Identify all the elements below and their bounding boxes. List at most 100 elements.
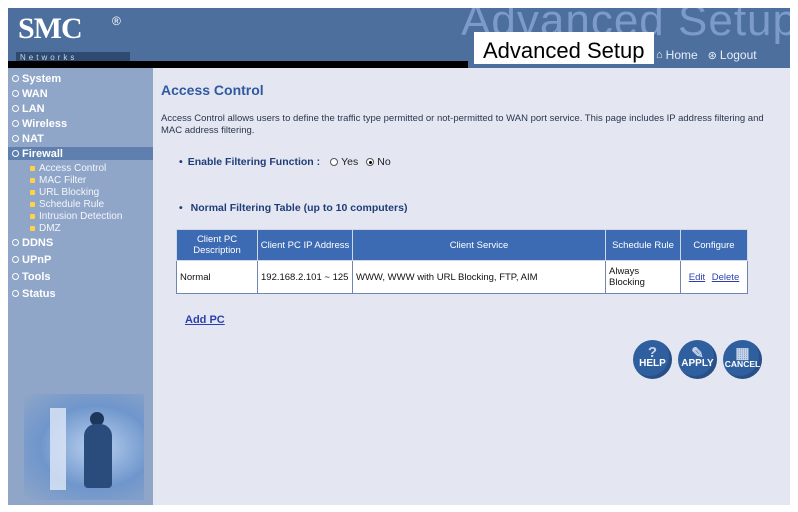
- radio-bullet-icon: [12, 273, 19, 280]
- sidebar-subitem-url-blocking[interactable]: URL Blocking: [8, 186, 153, 198]
- sidebar-subitem-label: MAC Filter: [39, 174, 87, 186]
- radio-bullet-icon: [12, 75, 19, 82]
- question-mark-icon: ?: [647, 344, 658, 361]
- sidebar-subitem-schedule-rule[interactable]: Schedule Rule: [8, 198, 153, 210]
- sidebar-item-upnp[interactable]: UPnP: [8, 253, 153, 266]
- radio-bullet-icon: [12, 135, 19, 142]
- sidebar-item-label: WAN: [22, 87, 48, 100]
- edit-link[interactable]: Edit: [689, 272, 705, 283]
- logout-label: Logout: [719, 48, 757, 62]
- cancel-button[interactable]: ▦ CANCEL: [723, 340, 762, 379]
- submenu-bullet-icon: [30, 189, 35, 195]
- radio-bullet-icon: [12, 105, 19, 112]
- submenu-bullet-icon: [30, 213, 35, 219]
- sidebar-subitem-mac-filter[interactable]: MAC Filter: [8, 174, 153, 186]
- cell-client-service: WWW, WWW with URL Blocking, FTP, AIM: [352, 260, 606, 294]
- filtering-table-title-text: Normal Filtering Table (up to 10 compute…: [190, 202, 408, 214]
- radio-bullet-icon: [12, 150, 19, 157]
- sidebar-subitem-label: DMZ: [39, 222, 61, 234]
- sidebar-item-wireless[interactable]: Wireless: [8, 117, 153, 130]
- home-label: Home: [665, 48, 698, 62]
- filtering-no-radio[interactable]: No: [366, 156, 391, 168]
- page-header-title: Advanced Setup: [483, 38, 645, 63]
- submenu-bullet-icon: [30, 177, 35, 183]
- sidebar-item-nat[interactable]: NAT: [8, 132, 153, 145]
- trash-icon: ▦: [735, 345, 750, 362]
- sidebar-item-label: Firewall: [22, 147, 63, 160]
- sidebar-item-lan[interactable]: LAN: [8, 102, 153, 115]
- sidebar-item-ddns[interactable]: DDNS: [8, 236, 153, 249]
- header: Advanced Setup SMC ® Networks Advanced S…: [8, 8, 790, 68]
- radio-bullet-icon: [12, 290, 19, 297]
- logo-registered-mark: ®: [112, 14, 121, 28]
- sidebar-item-label: DDNS: [22, 236, 54, 249]
- help-button[interactable]: ? HELP: [633, 340, 672, 379]
- submenu-bullet-icon: [30, 201, 35, 207]
- sidebar-subitem-label: Schedule Rule: [39, 198, 105, 210]
- enable-filtering-row: • Enable Filtering Function : Yes No: [179, 156, 399, 168]
- sidebar-subitem-label: Intrusion Detection: [39, 210, 123, 222]
- column-header: Configure: [680, 229, 748, 261]
- cell-configure: Edit Delete: [680, 260, 748, 294]
- smc-logo: SMC ® Networks: [12, 10, 152, 68]
- cell-schedule-rule: Always Blocking: [605, 260, 681, 294]
- apply-button[interactable]: ✎ APPLY: [678, 340, 717, 379]
- sidebar-decorative-image: [24, 394, 144, 500]
- radio-bullet-icon: [12, 239, 19, 246]
- logout-icon: ⊛: [707, 49, 717, 62]
- radio-bullet-icon: [12, 256, 19, 263]
- page-description: Access Control allows users to define th…: [161, 113, 764, 136]
- filtering-yes-radio[interactable]: Yes: [330, 156, 358, 168]
- apply-icon: ✎: [691, 345, 704, 362]
- table-header-row: Client PC Description Client PC IP Addre…: [176, 229, 748, 261]
- sidebar-item-firewall[interactable]: Firewall: [8, 147, 153, 160]
- action-buttons: ? HELP ✎ APPLY ▦ CANCEL: [633, 340, 762, 379]
- table-row: Normal 192.168.2.101 ~ 125 WWW, WWW with…: [176, 260, 748, 294]
- column-header: Client PC IP Address: [257, 229, 353, 261]
- header-nav: ⌂ Home ⊛ Logout: [656, 48, 757, 62]
- sidebar-item-label: Status: [22, 287, 56, 300]
- radio-circle-icon: [330, 158, 339, 166]
- sidebar-item-tools[interactable]: Tools: [8, 270, 153, 283]
- filtering-table-title: • Normal Filtering Table (up to 10 compu…: [179, 202, 407, 214]
- page-title: Access Control: [161, 82, 264, 98]
- radio-label: No: [377, 156, 391, 168]
- sidebar-item-label: NAT: [22, 132, 44, 145]
- sidebar-item-status[interactable]: Status: [8, 287, 153, 300]
- submenu-bullet-icon: [30, 225, 35, 231]
- bullet-icon: •: [179, 202, 183, 214]
- submenu-bullet-icon: [30, 165, 35, 171]
- enable-filtering-label: Enable Filtering Function :: [187, 156, 321, 168]
- column-header: Client PC Description: [176, 229, 258, 261]
- sidebar-item-system[interactable]: System: [8, 72, 153, 85]
- header-divider-bar: [8, 61, 468, 68]
- sidebar-subitem-access-control[interactable]: Access Control: [8, 162, 153, 174]
- sidebar: System WAN LAN Wireless NAT Firewall Acc…: [8, 68, 153, 505]
- sidebar-item-label: System: [22, 72, 62, 85]
- radio-bullet-icon: [12, 120, 19, 127]
- home-icon: ⌂: [656, 49, 663, 61]
- bullet-icon: •: [179, 156, 183, 168]
- sidebar-subitem-dmz[interactable]: DMZ: [8, 222, 153, 234]
- delete-link[interactable]: Delete: [712, 272, 739, 283]
- sidebar-subitem-intrusion-detection[interactable]: Intrusion Detection: [8, 210, 153, 222]
- sidebar-item-label: Tools: [22, 270, 51, 283]
- radio-label: Yes: [341, 156, 359, 168]
- logout-link[interactable]: ⊛ Logout: [708, 48, 757, 62]
- radio-circle-selected-icon: [366, 158, 375, 166]
- sidebar-item-wan[interactable]: WAN: [8, 87, 153, 100]
- cell-description: Normal: [176, 260, 258, 294]
- home-link[interactable]: ⌂ Home: [656, 48, 698, 62]
- sidebar-item-label: Wireless: [22, 117, 68, 130]
- sidebar-item-label: LAN: [22, 102, 45, 115]
- filtering-table: Client PC Description Client PC IP Addre…: [176, 229, 748, 294]
- logo-text: SMC: [18, 12, 83, 45]
- radio-bullet-icon: [12, 90, 19, 97]
- column-header: Client Service: [352, 229, 606, 261]
- cell-ip-address: 192.168.2.101 ~ 125: [257, 260, 353, 294]
- main-content: Access Control Access Control allows use…: [153, 68, 790, 505]
- sidebar-item-label: UPnP: [22, 253, 52, 266]
- sidebar-subitem-label: Access Control: [39, 162, 107, 174]
- sidebar-subitem-label: URL Blocking: [39, 186, 100, 198]
- add-pc-link[interactable]: Add PC: [185, 314, 225, 326]
